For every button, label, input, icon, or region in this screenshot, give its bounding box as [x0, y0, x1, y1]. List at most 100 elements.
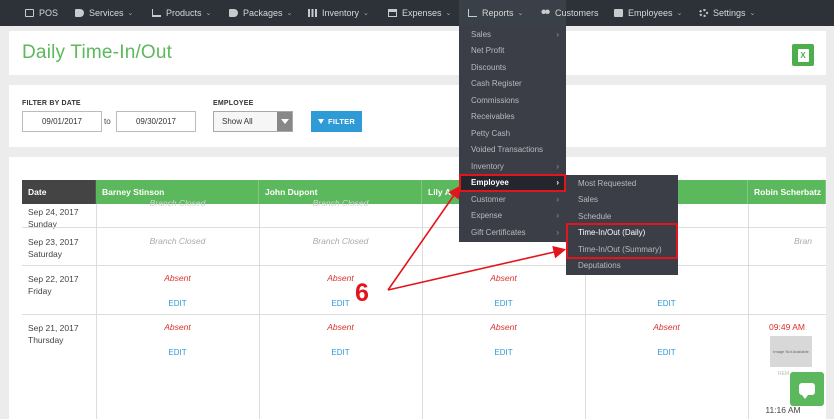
edit-link[interactable]: EDIT: [96, 299, 259, 308]
excel-icon: X: [797, 48, 809, 62]
chevron-down-icon: ⌄: [517, 10, 524, 17]
menu-item-sales[interactable]: Sales ›: [459, 26, 566, 43]
credit-card-icon: [388, 9, 397, 17]
menu-item-net-profit[interactable]: Net Profit: [459, 43, 566, 60]
table-row-date: Sep 22, 2017 Friday: [28, 274, 79, 296]
chevron-down-icon: ⌄: [205, 10, 212, 17]
row-divider: [22, 227, 826, 228]
step-number-annotation: 6: [355, 279, 369, 307]
edit-link[interactable]: EDIT: [259, 348, 422, 357]
edit-link[interactable]: EDIT: [96, 348, 259, 357]
table-row-date: Sep 23, 2017 Saturday: [28, 237, 79, 259]
cell-branch-closed: Branch Closed: [149, 198, 206, 208]
dropdown-arrow-icon: [277, 112, 292, 131]
menu-item-petty-cash[interactable]: Petty Cash: [459, 125, 566, 142]
menu-item-expense[interactable]: Expense ›: [459, 208, 566, 225]
remark-faded: REM: [778, 371, 790, 377]
chat-button[interactable]: [790, 372, 824, 406]
page-title: Daily Time-In/Out: [22, 42, 173, 63]
export-excel-button[interactable]: X: [792, 44, 814, 66]
cell-absent: Absent: [653, 322, 680, 332]
menu-item-customer[interactable]: Customer ›: [459, 191, 566, 208]
header-robin: Robin Scherbatz: [748, 180, 826, 204]
edit-link[interactable]: EDIT: [422, 348, 585, 357]
nav-employees[interactable]: Employees ⌄: [614, 0, 682, 26]
cell-branch-closed: Branch Closed: [312, 236, 369, 246]
cell-absent: Absent: [164, 322, 191, 332]
nav-services[interactable]: Services ⌄: [75, 0, 133, 26]
menu-item-voided-transactions[interactable]: Voided Transactions: [459, 142, 566, 159]
menu-item-inventory[interactable]: Inventory ›: [459, 158, 566, 175]
cell-absent: Absent: [327, 273, 354, 283]
briefcase-icon: [614, 9, 623, 17]
menu-item-commissions[interactable]: Commissions: [459, 92, 566, 109]
edit-link[interactable]: EDIT: [585, 348, 748, 357]
table-panel: Date Barney Stinson John Dupont Lily A R…: [9, 157, 826, 419]
chevron-down-icon: ⌄: [286, 10, 293, 17]
gear-icon: [699, 9, 708, 17]
chevron-down-icon: ⌄: [363, 10, 369, 17]
nav-products[interactable]: Products ⌄: [152, 0, 211, 26]
nav-expenses[interactable]: Expenses ⌄: [388, 0, 451, 26]
col-divider: [422, 204, 423, 419]
date-to-label: to: [104, 117, 111, 126]
edit-link[interactable]: EDIT: [585, 299, 748, 308]
chevron-right-icon: ›: [556, 227, 559, 237]
filter-button[interactable]: FILTER: [311, 111, 362, 132]
title-panel: Daily Time-In/Out X: [9, 31, 826, 75]
header-date: Date: [22, 180, 96, 204]
highlight-time-in-out-box: [566, 223, 678, 259]
row-divider: [22, 265, 826, 266]
row-divider: [22, 314, 826, 315]
menu-item-gift-certificates[interactable]: Gift Certificates ›: [459, 224, 566, 241]
menu-item-receivables[interactable]: Receivables: [459, 109, 566, 126]
bar-chart-icon: [468, 9, 477, 17]
date-to-input[interactable]: 09/30/2017: [116, 111, 196, 132]
cell-absent: Absent: [164, 273, 191, 283]
edit-link[interactable]: EDIT: [422, 299, 585, 308]
nav-customers[interactable]: Customers: [541, 0, 599, 26]
top-nav-bar: POS Services ⌄ Products ⌄ Packages ⌄ Inv…: [0, 0, 834, 26]
time-in-value: 09:49 AM: [769, 322, 805, 332]
time-table: Date Barney Stinson John Dupont Lily A R…: [22, 180, 826, 419]
reports-dropdown-menu: Sales › Net Profit Discounts Cash Registe…: [459, 26, 566, 242]
nav-packages[interactable]: Packages ⌄: [229, 0, 292, 26]
table-row-date: Sep 21, 2017 Thursday: [28, 323, 79, 345]
cell-absent: Absent: [490, 273, 517, 283]
cell-absent: Absent: [327, 322, 354, 332]
chevron-down-icon: ⌄: [749, 10, 756, 17]
chat-bubble-icon: [799, 383, 815, 399]
tag-icon: [75, 9, 84, 17]
funnel-icon: [318, 119, 325, 124]
cart-icon: [152, 9, 161, 17]
cell-absent: Absent: [490, 322, 517, 332]
submenu-deputations[interactable]: Deputations: [566, 258, 678, 275]
menu-item-cash-register[interactable]: Cash Register: [459, 76, 566, 93]
edit-link[interactable]: EDIT: [259, 299, 422, 308]
filter-panel: FILTER BY DATE 09/01/2017 to 09/30/2017 …: [9, 85, 826, 147]
cell-branch-closed: Branch Closed: [149, 236, 206, 246]
chevron-right-icon: ›: [556, 29, 559, 39]
no-image-placeholder: Image Not Available: [770, 336, 812, 367]
barcode-icon: [308, 9, 317, 17]
menu-item-discounts[interactable]: Discounts: [459, 59, 566, 76]
tags-icon: [229, 9, 238, 17]
employee-select[interactable]: Show All: [213, 111, 293, 132]
employee-label: EMPLOYEE: [213, 100, 254, 107]
nav-pos[interactable]: POS: [25, 0, 58, 26]
nav-settings[interactable]: Settings ⌄: [699, 0, 755, 26]
submenu-sales[interactable]: Sales: [566, 192, 678, 209]
monitor-icon: [25, 9, 34, 17]
date-from-input[interactable]: 09/01/2017: [22, 111, 102, 132]
chevron-right-icon: ›: [556, 211, 559, 221]
filter-by-date-label: FILTER BY DATE: [22, 100, 81, 107]
nav-inventory[interactable]: Inventory ⌄: [308, 0, 369, 26]
users-icon: [541, 9, 550, 17]
chevron-right-icon: ›: [556, 161, 559, 171]
chevron-down-icon: ⌄: [676, 10, 683, 17]
chevron-right-icon: ›: [556, 194, 559, 204]
cell-branch-closed: Branch Closed: [312, 198, 369, 208]
time-out-value: 11:16 AM: [765, 405, 801, 415]
highlight-employee-box: [459, 174, 566, 192]
submenu-most-requested[interactable]: Most Requested: [566, 175, 678, 192]
